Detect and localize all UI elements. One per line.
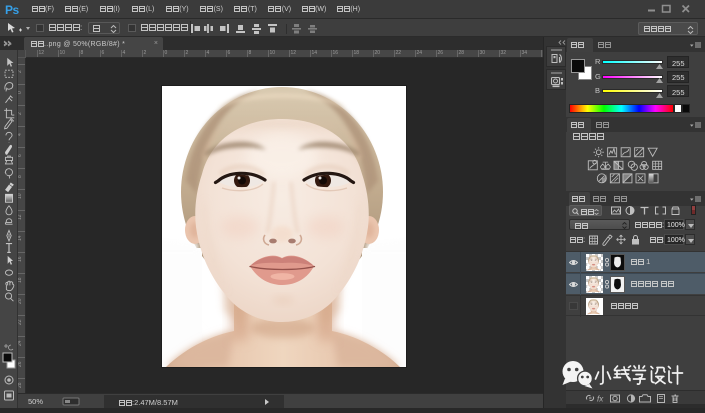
svg-text:fx: fx: [597, 395, 604, 404]
